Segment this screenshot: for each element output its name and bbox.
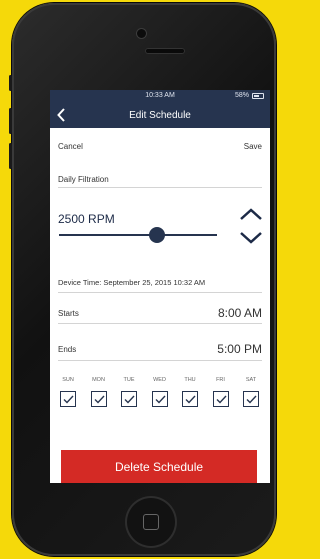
- starts-time[interactable]: 8:00 AM: [218, 306, 262, 320]
- divider: [58, 360, 262, 361]
- speed-value: 2500 RPM: [58, 212, 115, 226]
- divider: [58, 323, 262, 324]
- speed-slider-knob[interactable]: [148, 227, 165, 243]
- checkmark-icon: [185, 395, 196, 404]
- divider: [58, 187, 262, 188]
- checkmark-icon: [216, 395, 227, 404]
- day-label: WED: [153, 377, 166, 383]
- page-title: Edit Schedule: [129, 110, 191, 121]
- speed-slider-track[interactable]: [59, 234, 217, 236]
- delete-schedule-button[interactable]: Delete Schedule: [61, 450, 257, 483]
- day-checkbox[interactable]: [90, 391, 107, 407]
- mute-switch: [9, 75, 12, 91]
- volume-down-button: [9, 143, 12, 169]
- device-time: Device Time: September 25, 2015 10:32 AM: [58, 278, 206, 287]
- battery-indicator: 58%: [235, 92, 264, 99]
- battery-percent: 58%: [234, 92, 249, 99]
- day-checkbox[interactable]: [182, 391, 198, 407]
- checkmark-icon: [124, 395, 135, 404]
- day-label: SAT: [245, 377, 257, 383]
- battery-icon: [252, 92, 264, 99]
- day-checkbox[interactable]: [60, 391, 76, 407]
- app-screen: 10:33 AM 58% Edit Schedule Cancel Save D…: [50, 90, 270, 483]
- day-checkbox[interactable]: [151, 391, 168, 407]
- day-checkbox[interactable]: [243, 391, 259, 407]
- front-camera: [137, 29, 146, 38]
- divider: [58, 292, 262, 293]
- cancel-button[interactable]: Cancel: [58, 142, 262, 151]
- home-square: [143, 514, 159, 530]
- checkmark-icon: [63, 395, 74, 404]
- day-label: SUN: [62, 377, 74, 383]
- nav-bar: Edit Schedule: [50, 103, 270, 128]
- status-bar: 10:33 AM 58%: [50, 90, 270, 103]
- day-label: THU: [184, 377, 196, 383]
- ends-time[interactable]: 5:00 PM: [217, 342, 262, 356]
- volume-up-button: [9, 108, 12, 134]
- checkmark-icon: [155, 395, 166, 404]
- home-button-icon[interactable]: [127, 498, 175, 546]
- chevron-down-icon[interactable]: [239, 230, 263, 246]
- schedule-name-field[interactable]: Daily Filtration: [58, 175, 262, 184]
- checkmark-icon: [94, 395, 105, 404]
- save-button[interactable]: Save: [244, 142, 262, 151]
- day-checkbox[interactable]: [212, 391, 229, 407]
- day-label: MON: [92, 377, 105, 383]
- day-checkbox[interactable]: [121, 391, 137, 407]
- phone-frame: 10:33 AM 58% Edit Schedule Cancel Save D…: [9, 3, 276, 556]
- speaker-grille: [145, 48, 185, 54]
- checkmark-icon: [246, 395, 257, 404]
- chevron-up-icon[interactable]: [239, 206, 263, 222]
- day-label: TUE: [123, 377, 135, 383]
- day-label: FRI: [216, 377, 225, 383]
